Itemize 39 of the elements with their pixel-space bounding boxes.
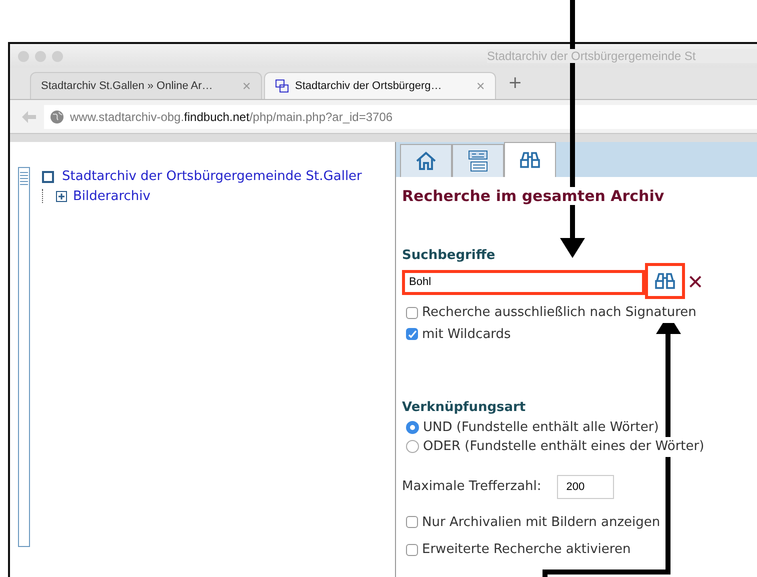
tree-item[interactable]: Stadtarchiv der Ortsbürgergemeinde St.Galler [62,167,362,186]
browser-tab[interactable]: Stadtarchiv der Ortsbürgerg… ✕ [264,72,496,99]
tab-title: Stadtarchiv St.Gallen » Online Ar… [41,80,213,92]
window-title: Stadtarchiv der Ortsbürgergemeinde St [487,49,757,63]
field-label: Maximale Trefferzahl: [402,478,542,496]
checkbox[interactable] [406,516,418,528]
tree-item[interactable]: Bilderarchiv [73,186,150,206]
home-icon [415,151,437,171]
folder-icon [42,170,54,183]
option-label: ODER (Fundstelle enthält eines der Wörter) [423,437,704,456]
globe-icon [50,110,64,124]
panel-tab[interactable] [400,144,452,177]
back-arrow-icon[interactable] [22,110,36,122]
field-label: Suchbegriffe [402,246,496,264]
browser-tab[interactable]: Stadtarchiv St.Gallen » Online Ar… ✕ [30,72,262,99]
page-icon [275,79,289,93]
search-button[interactable] [645,263,685,299]
clear-button[interactable]: ✕ [687,272,704,292]
radio-button[interactable] [406,440,419,454]
option-label: Recherche ausschließlich nach Signaturen [422,303,696,322]
catalog-icon [468,150,488,172]
panel-tab[interactable] [452,144,504,177]
url-text: www.stadtarchiv-obg.findbuch.net/php/main.php?ar_id=3706 [70,110,393,124]
checkbox[interactable] [406,544,418,556]
panel-tab[interactable] [504,142,556,177]
checkbox[interactable] [406,306,418,319]
expand-icon[interactable] [56,190,67,202]
address-bar[interactable]: www.stadtarchiv-obg.findbuch.net/php/main.php?ar_id=3706 [44,104,757,128]
search-field[interactable]: Bohl [402,270,645,294]
radio-button[interactable] [406,420,419,434]
splitter-handle[interactable] [18,167,30,547]
new-tab-button[interactable]: + [508,70,522,96]
checkbox[interactable] [406,328,418,340]
binoculars-icon [520,151,540,169]
field-label: Verknüpfungsart [402,399,527,417]
max-hits-field[interactable]: 200 [557,474,614,498]
tab-title: Stadtarchiv der Ortsbürgerg… [295,80,442,92]
binoculars-icon [655,272,675,290]
panel-heading: Recherche im gesamten Archiv [402,187,664,205]
